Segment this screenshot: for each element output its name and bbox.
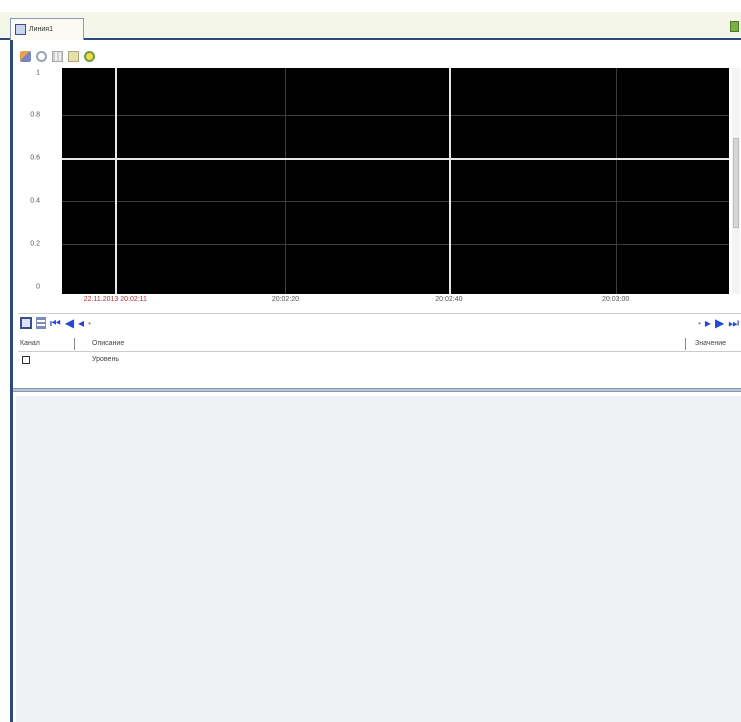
y-tick-label: 0.6 bbox=[30, 154, 40, 162]
trend-plot-area[interactable] bbox=[62, 68, 729, 294]
title-strip bbox=[0, 0, 741, 12]
plot-toolbar bbox=[20, 48, 95, 64]
header-divider bbox=[18, 351, 741, 352]
h-gridline bbox=[62, 115, 729, 117]
y-tick-label: 0.2 bbox=[30, 240, 40, 248]
grid-icon[interactable] bbox=[52, 50, 63, 62]
y-tick-label: 0.4 bbox=[30, 197, 40, 205]
y-tick-label: 0 bbox=[36, 283, 40, 291]
column-separator[interactable] bbox=[685, 338, 686, 350]
x-tick-label: 20:03:00 bbox=[601, 296, 630, 303]
h-gridline bbox=[62, 244, 729, 246]
x-tick-label: 22.11.2013 20:02:11 bbox=[83, 296, 147, 303]
v-gridline bbox=[615, 68, 617, 294]
h-gridline bbox=[62, 201, 729, 203]
tab-line1[interactable]: Линия1 bbox=[10, 18, 84, 40]
separator-dot-icon: • bbox=[698, 318, 701, 328]
column-header-value[interactable]: Значение bbox=[695, 340, 726, 347]
zoom-icon[interactable] bbox=[36, 50, 47, 62]
vertical-cursor[interactable] bbox=[115, 68, 118, 294]
prev-icon[interactable]: ◂ bbox=[78, 317, 84, 329]
channel-table: Канал Описание Значение Уровень bbox=[18, 336, 741, 386]
scrollbar-thumb[interactable] bbox=[733, 138, 739, 228]
vertical-cursor-2[interactable] bbox=[448, 68, 451, 294]
settings-icon[interactable] bbox=[84, 50, 95, 62]
separator-dot-icon: • bbox=[88, 318, 91, 328]
channel-color-icon[interactable] bbox=[22, 356, 30, 364]
horizontal-cursor[interactable] bbox=[62, 158, 729, 161]
lower-pane bbox=[16, 396, 741, 722]
v-gridline bbox=[285, 68, 287, 294]
save-icon[interactable] bbox=[20, 317, 32, 329]
first-icon[interactable]: ⏮ bbox=[50, 317, 61, 329]
last-icon[interactable]: ⏭ bbox=[728, 317, 739, 329]
pane-splitter[interactable] bbox=[13, 388, 741, 392]
navigation-toolbar: ⏮ ◀ ◂ • • ▸ ▶ ⏭ bbox=[20, 317, 741, 333]
fit-icon[interactable] bbox=[68, 50, 79, 62]
divider bbox=[18, 313, 741, 314]
next-page-icon[interactable]: ▶ bbox=[715, 317, 724, 329]
x-tick-label: 20:02:40 bbox=[435, 296, 463, 303]
x-axis: 22.11.2013 20:02:11 20:02:20 20:02:40 20… bbox=[62, 296, 729, 310]
column-separator[interactable] bbox=[74, 338, 75, 350]
table-icon[interactable] bbox=[36, 317, 46, 329]
pencil-icon[interactable] bbox=[20, 50, 31, 62]
x-tick-label: 20:02:20 bbox=[271, 296, 300, 303]
y-tick-label: 1 bbox=[36, 69, 40, 77]
y-axis: 1 0.8 0.6 0.4 0.2 0 bbox=[20, 68, 62, 294]
column-header-description[interactable]: Описание bbox=[92, 340, 124, 347]
panel-toggle-icon[interactable] bbox=[730, 21, 739, 32]
document-window-icon bbox=[15, 24, 26, 35]
row-description[interactable]: Уровень bbox=[92, 356, 119, 363]
next-icon[interactable]: ▸ bbox=[705, 317, 711, 329]
tab-label: Линия1 bbox=[29, 26, 53, 33]
vertical-scrollbar[interactable] bbox=[732, 68, 740, 294]
prev-page-icon[interactable]: ◀ bbox=[65, 317, 74, 329]
y-tick-label: 0.8 bbox=[30, 111, 40, 119]
column-header-channel[interactable]: Канал bbox=[20, 340, 40, 347]
tab-bar: Линия1 bbox=[0, 12, 741, 40]
